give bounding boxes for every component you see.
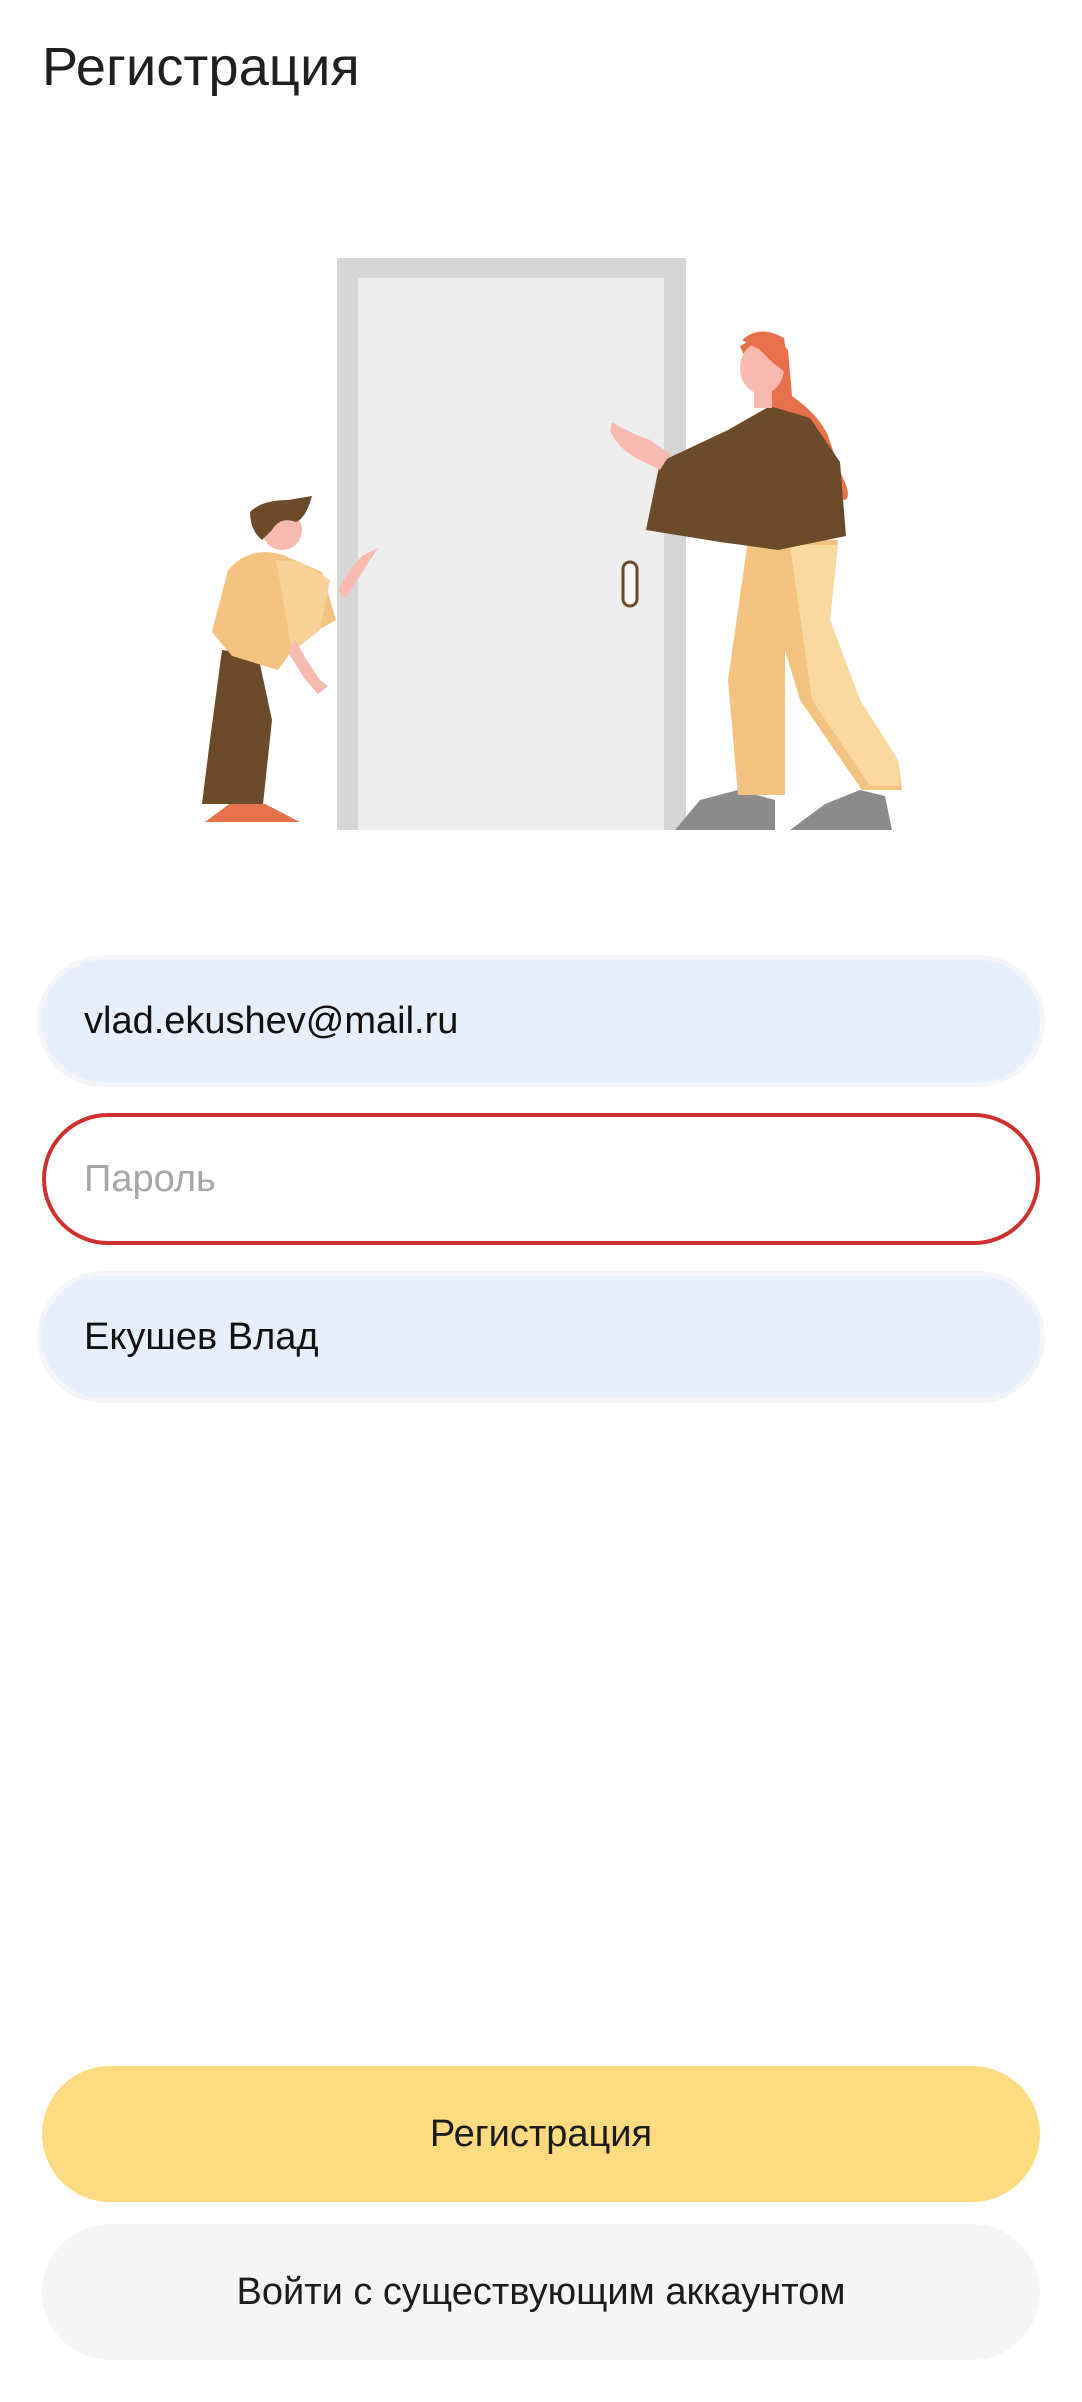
login-existing-account-label: Войти с существующим аккаунтом (236, 2270, 846, 2313)
register-button[interactable]: Регистрация (42, 2066, 1040, 2202)
password-field[interactable]: Пароль (42, 1113, 1040, 1245)
name-field[interactable]: Екушев Влад (42, 1276, 1040, 1398)
name-value: Екушев Влад (84, 1315, 319, 1358)
door-illustration (0, 200, 1082, 840)
password-placeholder: Пароль (84, 1157, 216, 1200)
register-button-label: Регистрация (429, 2112, 653, 2155)
email-value: vlad.ekushev@mail.ru (84, 999, 459, 1042)
page-title: Регистрация (42, 37, 360, 97)
email-field[interactable]: vlad.ekushev@mail.ru (42, 960, 1040, 1082)
login-existing-account-button[interactable]: Войти с существующим аккаунтом (42, 2224, 1040, 2360)
